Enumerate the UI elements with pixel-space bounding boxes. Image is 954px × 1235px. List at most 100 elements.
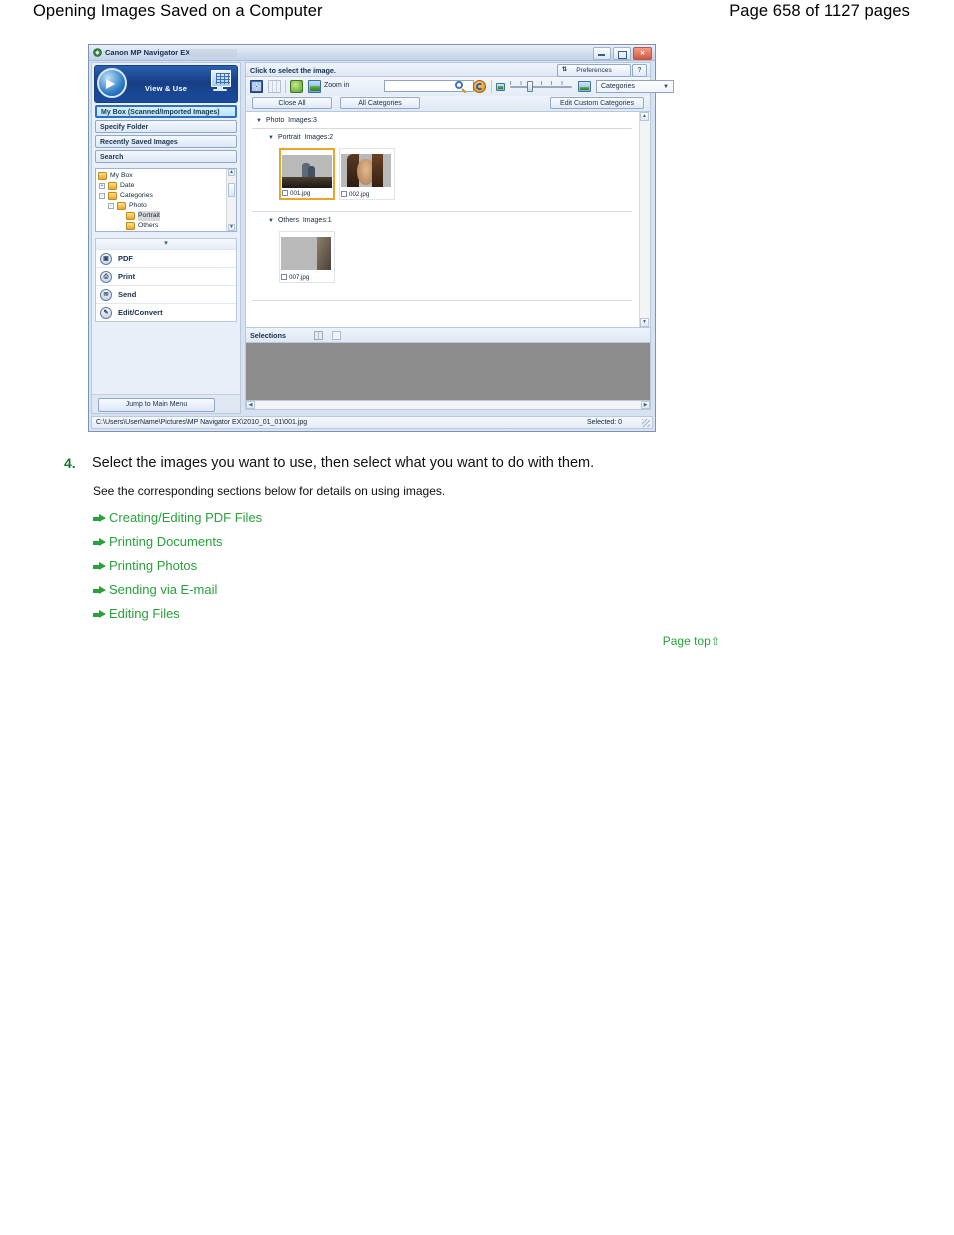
nav-button-my-box[interactable]: My Box (Scanned/Imported Images) [95,105,237,118]
minimize-button[interactable] [593,47,611,60]
hint-bar: Click to select the image. ⇅ Preferences… [245,62,651,77]
thumbnail-image [341,154,391,187]
scroll-up-icon[interactable]: ▲ [640,112,649,121]
thumbnail-007[interactable]: 007.jpg [279,231,335,283]
category-select[interactable]: Categories ▼ [596,80,674,93]
chevron-down-icon[interactable]: ▾ [96,239,236,250]
nav-button-specify-folder[interactable]: Specify Folder [95,120,237,133]
page-top-link[interactable]: Page top⇧ [663,634,720,648]
thumbnail-filename: 007.jpg [289,274,310,281]
action-list: ▾ ▣ PDF ⎙ Print ✉ Send ✎ Edit/Convert [95,238,237,322]
thumbnail-checkbox[interactable] [281,274,287,280]
selection-horizontal-scrollbar[interactable]: ◀ ▶ [245,400,651,410]
zoom-image-icon[interactable] [308,80,321,93]
list-item[interactable]: Sending via E-mail [93,578,262,602]
scroll-right-icon[interactable]: ▶ [641,401,650,409]
thumbnail-001[interactable]: 001.jpg [279,148,335,200]
group-name: Others [277,217,299,224]
link-label[interactable]: Sending via E-mail [109,582,217,597]
small-thumbnail-icon[interactable] [496,83,505,91]
group-count: Images:2 [304,134,334,141]
tree-node-categories[interactable]: - Categories [96,191,226,201]
preferences-button[interactable]: ⇅ Preferences [557,64,631,77]
action-send[interactable]: ✉ Send [96,286,236,304]
triangle-down-icon[interactable]: ▼ [268,218,274,224]
link-label[interactable]: Printing Documents [109,534,222,549]
tree-node-portrait[interactable]: Portrait [96,211,226,221]
scroll-left-icon[interactable]: ◀ [246,401,255,409]
thumbnail-002[interactable]: 002.jpg [339,148,395,200]
grid-small-icon[interactable] [268,80,281,93]
tree-scrollbar[interactable]: ▲ ▼ [226,169,236,231]
large-thumbnail-icon[interactable] [578,81,591,92]
thumbnail-size-slider[interactable] [510,81,572,92]
expander-icon[interactable]: - [99,193,105,199]
selection-grid-icon[interactable] [314,331,323,340]
scrollbar-thumb[interactable] [228,183,235,197]
window-body: View & Use My Box (Scanned/Imported Imag… [89,60,674,417]
thumbnail-scrollbar[interactable]: ▲ ▼ [639,112,650,327]
nav-button-recently-saved-images[interactable]: Recently Saved Images [95,135,237,148]
group-header-portrait[interactable]: ▼ Portrait Images:2 [268,134,333,141]
thumbnail-filename: 001.jpg [290,190,311,197]
globe-arrow-icon [97,68,127,98]
window-controls: ✕ [593,47,652,60]
related-links-list: Creating/Editing PDF Files Printing Docu… [93,506,262,626]
group-header-photo[interactable]: ▼ Photo Images:3 [256,117,317,124]
tree-node-photo[interactable]: - Photo [96,201,226,211]
action-print[interactable]: ⎙ Print [96,268,236,286]
magnifier-icon[interactable] [454,80,467,94]
help-button[interactable]: ? [632,64,647,77]
thumbnail-caption[interactable]: 002.jpg [341,191,369,198]
thumbnail-caption[interactable]: 001.jpg [282,190,310,197]
refresh-icon[interactable] [473,80,486,93]
page-header: Opening Images Saved on a Computer Page … [0,0,954,34]
folder-tree[interactable]: My Box + Date - Categories - Photo Portr… [95,168,237,232]
resize-grip-icon[interactable] [642,419,650,427]
scroll-down-icon[interactable]: ▼ [228,224,235,231]
print-icon: ⎙ [100,271,112,283]
action-label: Edit/Convert [118,308,163,317]
maximize-button[interactable] [613,47,631,60]
list-item[interactable]: Printing Documents [93,530,262,554]
group-header-others[interactable]: ▼ Others Images:1 [268,217,332,224]
scroll-up-icon[interactable]: ▲ [228,169,235,176]
chevron-down-icon[interactable]: ▼ [663,81,669,93]
selection-blank-icon[interactable] [332,331,341,340]
all-categories-button[interactable]: All Categories [340,97,420,109]
filter-button-row: Close All All Categories Edit Custom Cat… [245,96,651,112]
link-label[interactable]: Creating/Editing PDF Files [109,510,262,525]
thumbnail-caption[interactable]: 007.jpg [281,274,309,281]
rotate-icon[interactable] [290,80,303,93]
list-item[interactable]: Printing Photos [93,554,262,578]
list-item[interactable]: Creating/Editing PDF Files [93,506,262,530]
slider-knob[interactable] [527,81,533,92]
group-name: Portrait [277,134,301,141]
expander-icon[interactable]: + [99,183,105,189]
link-label[interactable]: Editing Files [109,606,180,621]
action-edit-convert[interactable]: ✎ Edit/Convert [96,304,236,321]
close-button[interactable]: ✕ [633,47,652,60]
grid-large-icon[interactable] [250,80,263,93]
jump-to-main-menu-button[interactable]: Jump to Main Menu [98,398,215,412]
tree-node-date[interactable]: + Date [96,181,226,191]
tree-node-my-box[interactable]: My Box [96,171,226,181]
thumbnail-checkbox[interactable] [341,191,347,197]
triangle-down-icon[interactable]: ▼ [268,135,274,141]
tree-node-others[interactable]: Others [96,221,226,231]
up-arrow-icon: ⇧ [710,636,720,648]
edit-convert-icon: ✎ [100,307,112,319]
triangle-down-icon[interactable]: ▼ [256,118,262,124]
list-item[interactable]: Editing Files [93,602,262,626]
selection-preview-pane[interactable] [245,343,651,400]
link-label[interactable]: Printing Photos [109,558,197,573]
close-all-button[interactable]: Close All [252,97,332,109]
action-pdf[interactable]: ▣ PDF [96,250,236,268]
thumbnail-area[interactable]: ▼ Photo Images:3 ▼ Portrait Images:2 001.j… [245,112,651,328]
scroll-down-icon[interactable]: ▼ [640,318,649,327]
nav-button-search[interactable]: Search [95,150,237,163]
thumbnail-checkbox[interactable] [282,190,288,196]
expander-icon[interactable]: - [108,203,114,209]
edit-custom-categories-button[interactable]: Edit Custom Categories [550,97,644,109]
action-label: PDF [118,254,133,263]
